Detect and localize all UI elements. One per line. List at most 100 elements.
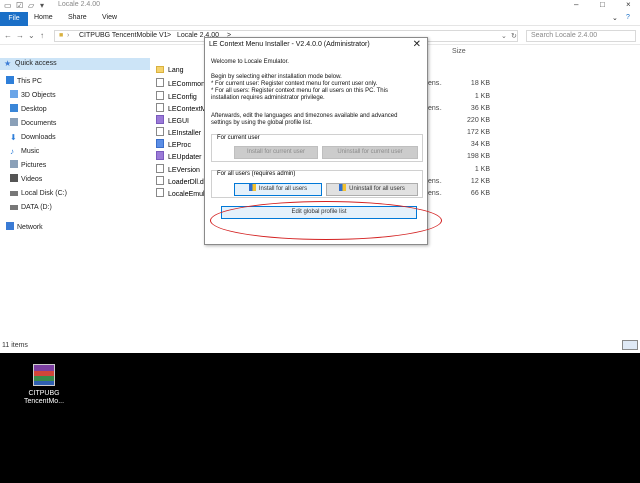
sidebar-item-music[interactable]: ♪ Music: [10, 146, 39, 158]
sidebar-item-videos[interactable]: Videos: [10, 174, 42, 186]
forward-icon[interactable]: →: [16, 31, 24, 40]
desktop-icon: [10, 104, 18, 112]
close-icon[interactable]: ✕: [413, 39, 421, 50]
list-item[interactable]: LocaleEmul: [156, 188, 208, 200]
expand-ribbon-icon[interactable]: ⌄: [612, 14, 618, 22]
list-item[interactable]: LECommon: [156, 78, 208, 90]
navigation-pane: ★ Quick access This PC 3D Objects Desktop…: [0, 52, 150, 252]
install-all-users-button[interactable]: Install for all users: [234, 183, 322, 196]
file-size: 198 KB: [467, 153, 490, 160]
sidebar-item-downloads[interactable]: ⬇ Downloads: [10, 132, 56, 144]
folder-icon: ■: [59, 32, 64, 39]
file-name: LEConfig: [168, 94, 197, 101]
file-size: 34 KB: [470, 141, 490, 148]
list-item[interactable]: LEUpdater: [156, 151, 208, 163]
file-size: 12 KB: [470, 178, 490, 185]
pictures-icon: [10, 160, 18, 168]
new-folder-icon[interactable]: ▱: [28, 1, 34, 10]
list-item[interactable]: Lang: [156, 65, 208, 77]
music-icon: ♪: [10, 147, 14, 156]
all-users-group: For all users (requires admin) Install f…: [211, 170, 423, 198]
intro-line: * For all users: Register context menu f…: [211, 88, 388, 94]
refresh-icon[interactable]: ↻: [511, 32, 517, 40]
maximize-icon[interactable]: □: [600, 0, 605, 9]
file-name: LECommon: [168, 81, 205, 88]
sidebar-item-label: Network: [17, 224, 43, 231]
install-current-user-button[interactable]: Install for current user: [234, 146, 318, 159]
properties-icon[interactable]: ☑: [16, 1, 23, 10]
uninstall-all-users-button[interactable]: Uninstall for all users: [326, 183, 418, 196]
minimize-icon[interactable]: –: [574, 0, 578, 9]
uac-shield-icon: [339, 184, 347, 191]
dialog-title: LE Context Menu Installer - V2.4.0.0 (Ad…: [209, 41, 370, 48]
size-column-header[interactable]: Size: [452, 48, 466, 55]
title-bar: ▭ ☑ ▱ ▾ Locale 2.4.00 – □ ×: [0, 0, 640, 12]
file-icon: [156, 91, 164, 100]
sidebar-item-label: Documents: [21, 120, 57, 127]
search-input[interactable]: Search Locale 2.4.00: [526, 30, 636, 42]
sidebar-item-label: Videos: [21, 176, 43, 183]
button-label: Uninstall for all users: [349, 186, 405, 192]
sidebar-item-3d-objects[interactable]: 3D Objects: [10, 90, 56, 102]
sidebar-item-local-disk-c[interactable]: Local Disk (C:): [10, 188, 67, 200]
documents-icon: [10, 118, 18, 126]
customize-toolbar-icon[interactable]: ▾: [40, 1, 44, 10]
breadcrumb-separator: >: [167, 32, 172, 39]
file-name: LEVersion: [168, 167, 200, 174]
file-icon: [156, 164, 164, 173]
list-item[interactable]: LEContextM: [156, 103, 208, 115]
list-item[interactable]: LEConfig: [156, 91, 208, 103]
sidebar-item-desktop[interactable]: Desktop: [10, 104, 47, 116]
network-icon: [6, 222, 14, 230]
back-icon[interactable]: ←: [4, 31, 12, 40]
app-icon: [156, 139, 164, 148]
breadcrumb-item[interactable]: CITPUBG TencentMobile V1: [79, 32, 168, 39]
sidebar-item-label: Music: [21, 148, 40, 155]
file-size: 172 KB: [467, 129, 490, 136]
uninstall-current-user-button[interactable]: Uninstall for current user: [322, 146, 418, 159]
tab-home[interactable]: Home: [34, 14, 53, 21]
current-user-group: For current user Install for current use…: [211, 134, 423, 162]
list-item[interactable]: LEInstaller: [156, 127, 208, 139]
file-size: 1 KB: [474, 166, 490, 173]
download-icon: ⬇: [10, 133, 17, 142]
sidebar-item-pictures[interactable]: Pictures: [10, 160, 46, 172]
sidebar-item-quick-access[interactable]: ★ Quick access: [0, 58, 150, 70]
window-title: Locale 2.4.00: [58, 1, 101, 8]
status-bar-item-count: 11 items: [2, 342, 28, 349]
app-icon: [156, 151, 164, 160]
close-icon[interactable]: ×: [626, 0, 631, 9]
tab-view[interactable]: View: [102, 14, 117, 21]
sidebar-item-this-pc[interactable]: This PC: [6, 76, 42, 88]
address-dropdown-icon[interactable]: ⌄: [501, 32, 507, 40]
up-icon[interactable]: ↑: [40, 31, 44, 40]
help-icon[interactable]: ?: [626, 14, 630, 21]
list-item[interactable]: LoaderDll.dll: [156, 176, 208, 188]
tab-share[interactable]: Share: [68, 14, 87, 21]
file-size: 220 KB: [467, 117, 490, 124]
chevron-right-icon: ›: [67, 32, 70, 39]
sidebar-item-label: Quick access: [15, 60, 57, 67]
tab-file[interactable]: File: [0, 12, 28, 26]
sidebar-item-network[interactable]: Network: [6, 222, 43, 234]
afterwards-line: Afterwards, edit the languages and timez…: [211, 113, 398, 119]
archive-icon: [33, 364, 55, 386]
sidebar-item-documents[interactable]: Documents: [10, 118, 56, 130]
list-item[interactable]: LEProc: [156, 139, 208, 151]
app-icon: [156, 115, 164, 124]
view-toggle-buttons[interactable]: [622, 340, 638, 350]
file-name: LEGUI: [168, 118, 190, 125]
desktop-shortcut[interactable]: CITPUBG TencentMo...: [22, 364, 66, 406]
intro-line: installation requires administrator priv…: [211, 95, 325, 101]
list-item[interactable]: LEVersion: [156, 164, 208, 176]
disk-icon: [10, 191, 18, 196]
uac-shield-icon: [248, 184, 256, 191]
recent-locations-icon[interactable]: ⌄: [28, 31, 35, 40]
sidebar-item-label: Desktop: [21, 106, 47, 113]
list-item[interactable]: LEGUI: [156, 115, 208, 127]
file-icon: [156, 127, 164, 136]
cube-icon: [10, 90, 18, 98]
group-label: For current user: [216, 135, 261, 141]
sidebar-item-data-d[interactable]: DATA (D:): [10, 202, 52, 214]
file-icon: [156, 176, 164, 185]
